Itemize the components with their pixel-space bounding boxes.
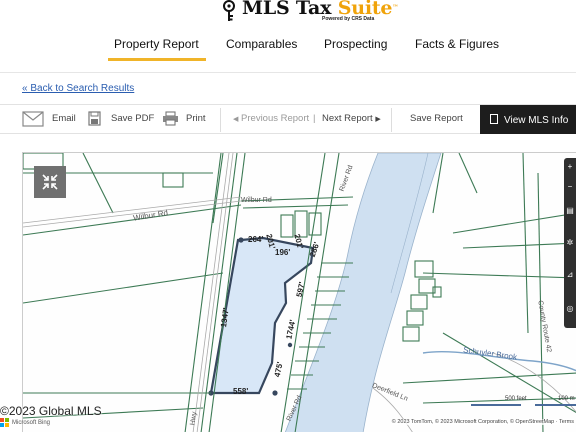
previous-report-label: Previous Report <box>241 113 310 124</box>
microsoft-bing-logo: Microsoft Bing <box>0 418 50 427</box>
map-toolbar: + − ▤ ✲ ⊿ ◎ <box>564 158 576 328</box>
microsoft-bing-label: Microsoft Bing <box>12 419 51 426</box>
save-pdf-icon[interactable] <box>88 111 101 126</box>
parcel-map[interactable]: Wilbur Rd Wilbur Rd River Rd River Rd De… <box>22 152 576 432</box>
collapse-map-button[interactable] <box>34 166 66 198</box>
chevron-right-icon: ▶ <box>375 116 381 123</box>
road-label-wilbur-rd-east: Wilbur Rd <box>241 197 272 204</box>
email-icon[interactable] <box>22 111 44 127</box>
microsoft-logo-icon <box>0 418 9 427</box>
main-nav: Property Report Comparables Prospecting … <box>0 30 576 62</box>
toolbar-separator <box>220 108 221 132</box>
chevron-left-icon: ◀ <box>233 116 239 123</box>
active-tab-indicator <box>108 58 206 61</box>
view-mls-label: View MLS Info <box>504 115 569 126</box>
dim-label-bottom: 558' <box>233 387 249 396</box>
brand-name: MLS Tax Suite™ <box>242 0 399 18</box>
save-report-button[interactable]: Save Report <box>410 113 463 124</box>
settings-icon[interactable]: ✲ <box>565 238 575 248</box>
dim-label-inner-top: 196' <box>275 248 291 257</box>
mls-doc-icon <box>490 114 498 124</box>
key-icon <box>223 0 235 21</box>
print-icon[interactable] <box>162 111 179 126</box>
brand-logo[interactable]: MLS Tax Suite™ Powered by CRS Data <box>222 0 398 26</box>
tab-prospecting[interactable]: Prospecting <box>324 37 387 51</box>
header-divider <box>0 72 576 73</box>
map-type-icon[interactable]: ▤ <box>565 206 575 216</box>
back-to-search-link[interactable]: « Back to Search Results <box>22 83 134 94</box>
locate-icon[interactable]: ◎ <box>565 304 575 314</box>
nav-separator: | <box>313 113 316 124</box>
report-toolbar: Email Save PDF Print ◀ Previous Report |… <box>0 104 576 134</box>
tab-property-report[interactable]: Property Report <box>114 37 199 51</box>
email-button[interactable]: Email <box>52 113 76 124</box>
toolbar-separator-2 <box>391 108 392 132</box>
tab-facts-figures[interactable]: Facts & Figures <box>415 37 499 51</box>
parcel-vertex <box>238 237 244 243</box>
map-attribution[interactable]: © 2023 TomTom, © 2023 Microsoft Corporat… <box>391 419 574 425</box>
page-root: MLS Tax Suite™ Powered by CRS Data Prope… <box>0 0 576 432</box>
parcel-vertex <box>272 390 278 396</box>
previous-report-button[interactable]: ◀ Previous Report <box>233 113 309 124</box>
save-pdf-button[interactable]: Save PDF <box>111 113 154 124</box>
brand-subtitle: Powered by CRS Data <box>322 16 375 22</box>
dim-label-top: 264' <box>248 235 264 244</box>
next-report-button[interactable]: Next Report ▶ <box>322 113 381 124</box>
scale-label-feet: 500 feet <box>505 396 527 402</box>
parcel-vertex <box>287 342 293 348</box>
zoom-out-icon[interactable]: − <box>565 182 575 192</box>
measure-icon[interactable]: ⊿ <box>565 270 575 280</box>
zoom-in-icon[interactable]: + <box>565 162 575 172</box>
global-mls-watermark: ©2023 Global MLS <box>0 404 102 418</box>
collapse-icon <box>42 174 58 190</box>
next-report-label: Next Report <box>322 113 373 124</box>
print-button[interactable]: Print <box>186 113 206 124</box>
brand-tm: ™ <box>392 4 399 11</box>
tab-comparables[interactable]: Comparables <box>226 37 297 51</box>
scale-label-meters: 100 m <box>558 396 575 402</box>
view-mls-info-button[interactable]: View MLS Info <box>480 105 576 134</box>
